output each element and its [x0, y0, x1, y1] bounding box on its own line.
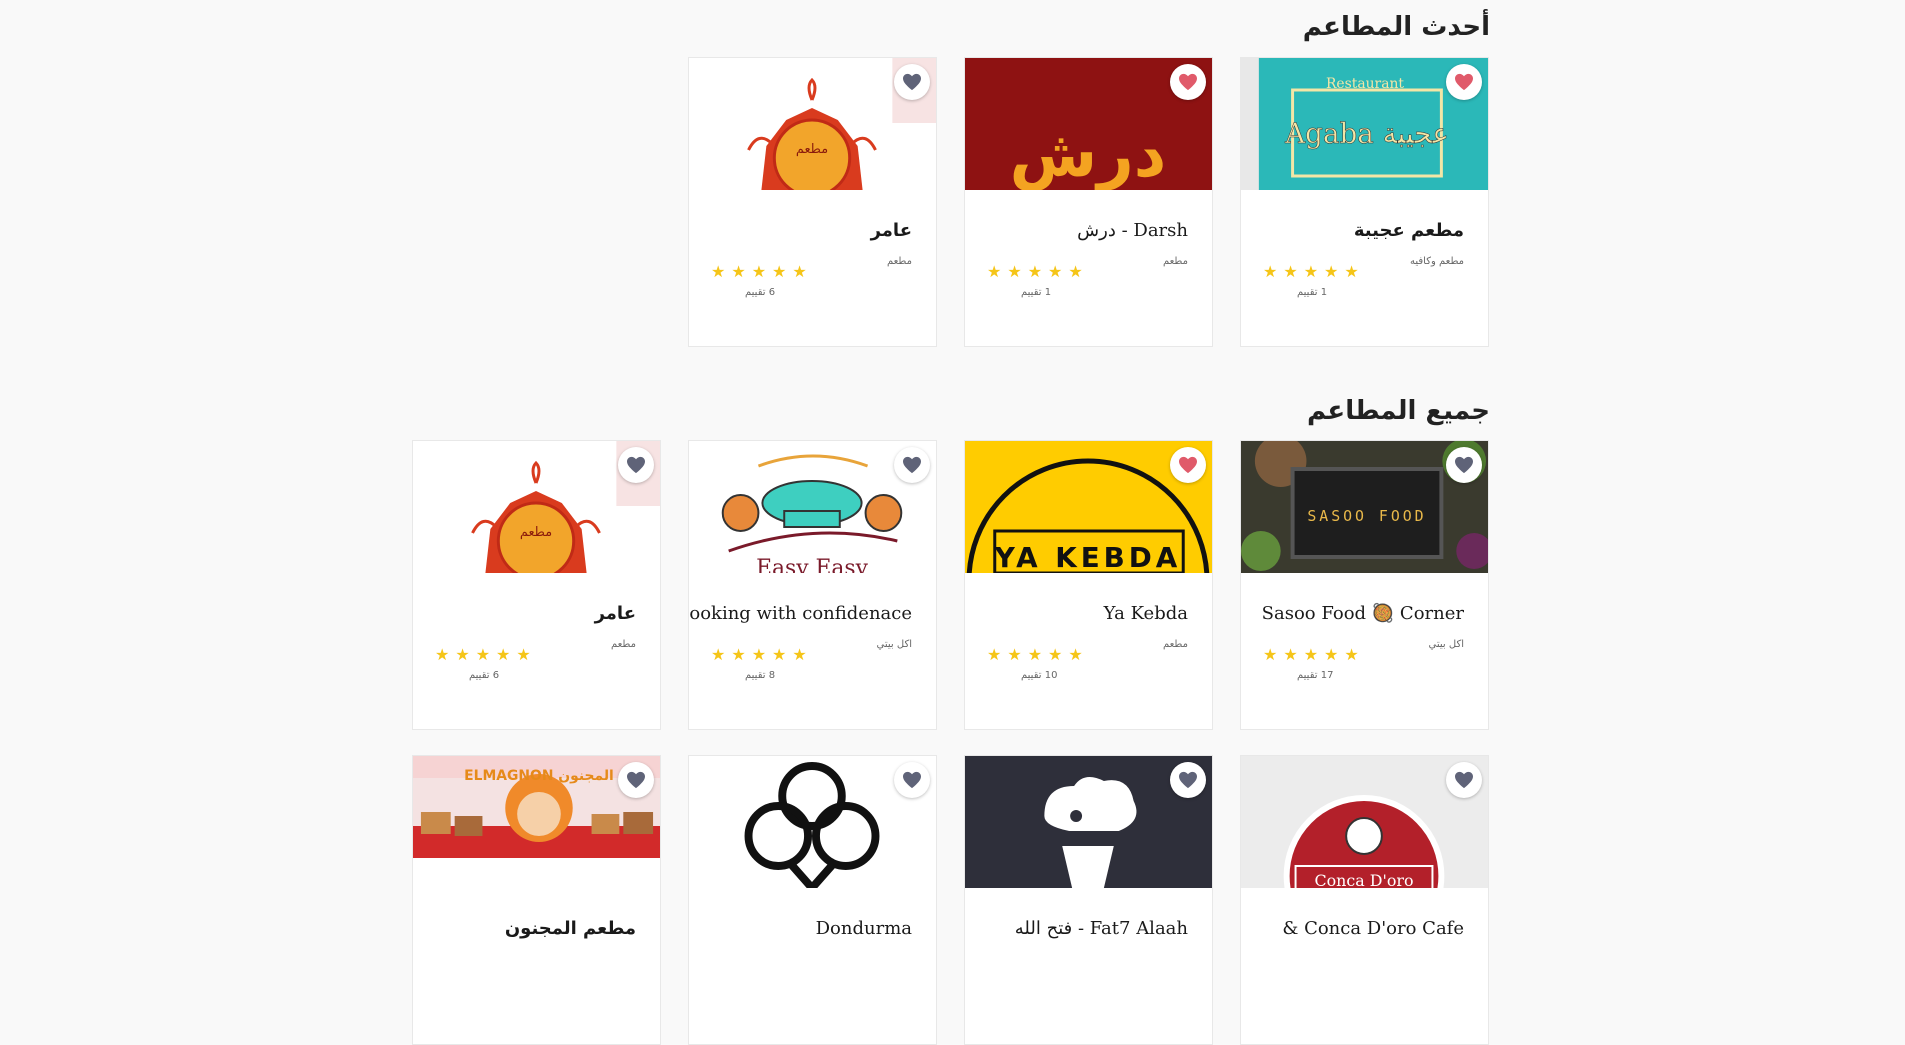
heart-icon	[1179, 456, 1197, 474]
review-count: 10 تقييم	[1021, 670, 1058, 681]
rating-stars: ★★★★★	[1263, 645, 1365, 664]
restaurant-category: اكل بيتي	[876, 639, 912, 650]
heart-icon	[903, 73, 921, 91]
restaurant-card[interactable]: مطعم عامر مطعم ★★★★★ 6 تقييم	[688, 57, 937, 347]
favorite-button[interactable]	[894, 64, 930, 100]
restaurant-name[interactable]: Sasoo Food 🥘 Corner	[1262, 603, 1464, 624]
restaurant-card[interactable]: درش Darsh - درش مطعم ★★★★★ 1 تقييم	[964, 57, 1213, 347]
restaurant-category: مطعم	[1162, 639, 1188, 650]
review-count: 1 تقييم	[1297, 287, 1328, 298]
restaurant-name[interactable]: عامر	[871, 220, 912, 241]
favorite-button[interactable]	[618, 447, 654, 483]
heart-icon	[1455, 771, 1473, 789]
review-count: 8 تقييم	[745, 670, 776, 681]
logo-text: مطعم	[520, 525, 552, 540]
restaurant-card[interactable]: Dondurma	[688, 755, 937, 1045]
heart-icon	[627, 456, 645, 474]
favorite-button[interactable]	[1170, 762, 1206, 798]
favorite-button[interactable]	[1446, 447, 1482, 483]
restaurant-card[interactable]: Easy Easy cooking with confidenace اكل ب…	[688, 440, 937, 730]
heart-icon	[903, 456, 921, 474]
restaurant-category: مطعم	[610, 639, 636, 650]
restaurant-card[interactable]: Fat7 Alaah - فتح الله	[964, 755, 1213, 1045]
heart-icon	[1179, 73, 1197, 91]
favorite-button[interactable]	[894, 762, 930, 798]
latest-restaurants-title: أحدث المطاعم	[1302, 12, 1490, 42]
restaurant-category: مطعم	[1162, 256, 1188, 267]
logo-text: ELMAGNON المجنون	[464, 768, 614, 784]
rating-stars: ★★★★★	[987, 645, 1089, 664]
restaurant-name[interactable]: cooking with confidenace	[689, 603, 912, 624]
favorite-button[interactable]	[1170, 64, 1206, 100]
heart-icon	[903, 771, 921, 789]
favorite-button[interactable]	[618, 762, 654, 798]
logo-arc-text: Restaurant	[1326, 76, 1404, 92]
restaurant-card[interactable]: ELMAGNON المجنون مطعم المجنون	[412, 755, 661, 1045]
rating-stars: ★★★★★	[711, 645, 813, 664]
restaurant-card[interactable]: Restaurant Agaba عجيبة مطعم عجيبة مطعم و…	[1240, 57, 1489, 347]
logo-text: YA KEBDA	[994, 541, 1182, 573]
rating-stars: ★★★★★	[711, 262, 813, 281]
rating-stars: ★★★★★	[987, 262, 1089, 281]
logo-text: مطعم	[796, 142, 828, 157]
logo-text: Easy Easy	[756, 556, 868, 573]
restaurant-name[interactable]: Darsh - درش	[1077, 220, 1188, 241]
review-count: 6 تقييم	[469, 670, 500, 681]
favorite-button[interactable]	[1170, 447, 1206, 483]
logo-text: SASOO FOOD	[1307, 507, 1426, 525]
heart-icon	[1455, 456, 1473, 474]
favorite-button[interactable]	[894, 447, 930, 483]
favorite-button[interactable]	[1446, 762, 1482, 798]
logo-text: Conca D'oro	[1314, 871, 1413, 888]
heart-icon	[1455, 73, 1473, 91]
restaurant-card[interactable]: YA KEBDA Ya Kebda مطعم ★★★★★ 10 تقييم	[964, 440, 1213, 730]
restaurant-category: اكل بيتي	[1428, 639, 1464, 650]
review-count: 17 تقييم	[1297, 670, 1334, 681]
review-count: 6 تقييم	[745, 287, 776, 298]
rating-stars: ★★★★★	[1263, 262, 1365, 281]
heart-icon	[1179, 771, 1197, 789]
logo-text: درش	[1010, 118, 1167, 190]
favorite-button[interactable]	[1446, 64, 1482, 100]
all-restaurants-title: جميع المطاعم	[1307, 396, 1490, 426]
restaurant-card[interactable]: SASOO FOOD Sasoo Food 🥘 Corner اكل بيتي …	[1240, 440, 1489, 730]
restaurant-card[interactable]: Conca D'oro Conca D'oro Cafe &	[1240, 755, 1489, 1045]
restaurant-name[interactable]: مطعم عجيبة	[1354, 220, 1464, 241]
rating-stars: ★★★★★	[435, 645, 537, 664]
restaurant-category: مطعم	[886, 256, 912, 267]
restaurant-card[interactable]: مطعم عامر مطعم ★★★★★ 6 تقييم	[412, 440, 661, 730]
restaurant-name[interactable]: Ya Kebda	[1104, 603, 1188, 624]
review-count: 1 تقييم	[1021, 287, 1052, 298]
restaurant-category: مطعم وكافيه	[1409, 256, 1464, 267]
heart-icon	[627, 771, 645, 789]
restaurant-name[interactable]: عامر	[595, 603, 636, 624]
logo-text: Agaba عجيبة	[1284, 117, 1449, 150]
